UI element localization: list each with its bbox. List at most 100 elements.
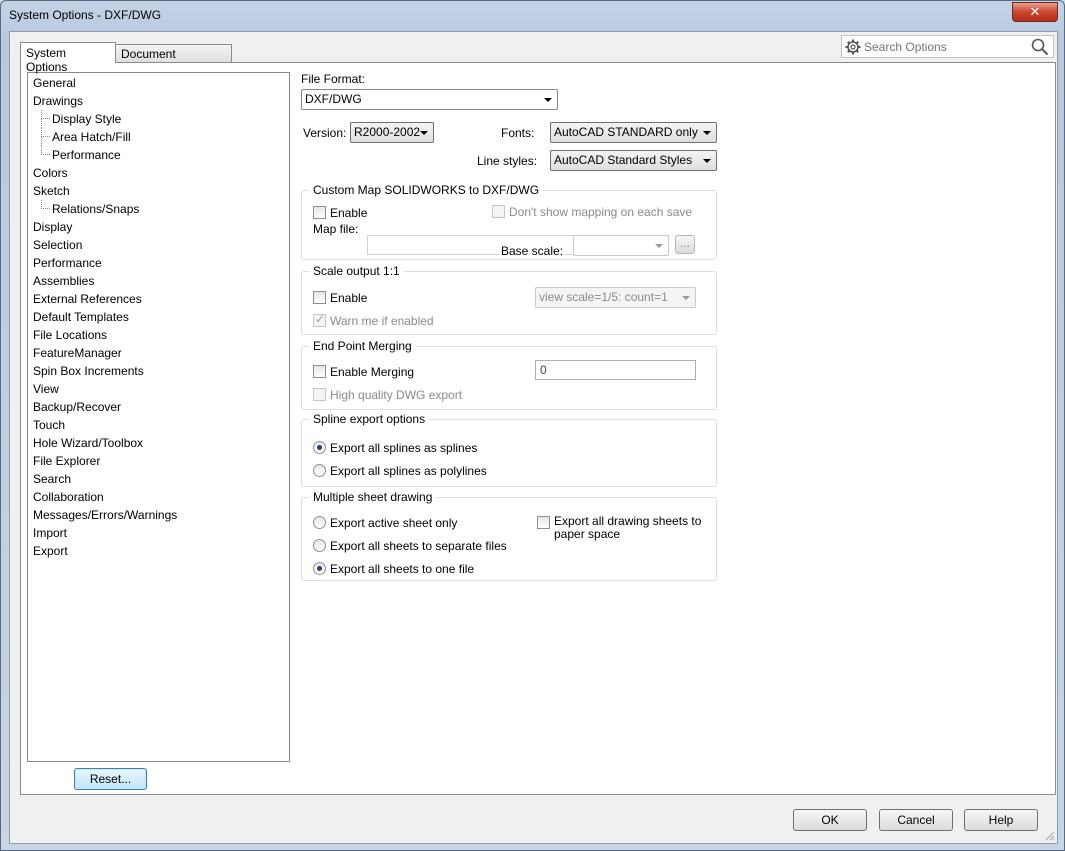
high-quality-dwg-label: High quality DWG export [330, 388, 463, 402]
splines-as-polylines-label: Export all splines as polylines [330, 464, 487, 478]
tree-item[interactable]: Area Hatch/Fill [28, 128, 289, 146]
chevron-down-icon [420, 131, 428, 135]
tree-item-label: Colors [33, 166, 68, 180]
file-format-label: File Format: [301, 72, 366, 86]
checkmark-icon: ✓ [315, 312, 326, 326]
spline-export-title: Spline export options [309, 412, 430, 426]
close-button[interactable]: ✕ [1012, 2, 1058, 22]
tree-item[interactable]: File Locations [28, 326, 289, 344]
tree-item[interactable]: Selection [28, 236, 289, 254]
tree-item[interactable]: Touch [28, 416, 289, 434]
resize-grip-icon[interactable] [1043, 829, 1055, 841]
merging-tolerance-value: 0 [540, 363, 547, 377]
tree-item[interactable]: Sketch [28, 182, 289, 200]
map-file-label: Map file: [313, 222, 359, 236]
tree-item-label: Hole Wizard/Toolbox [33, 436, 144, 450]
file-format-select[interactable]: DXF/DWG [301, 89, 558, 110]
tab-system-options-label: System Options [26, 46, 68, 74]
tree-item-label: Backup/Recover [33, 400, 122, 414]
tree-item-label: External References [33, 292, 142, 306]
tree-item[interactable]: Messages/Errors/Warnings [28, 506, 289, 524]
version-value: R2000-2002 [354, 125, 421, 139]
browse-map-file-button[interactable]: ... [675, 235, 695, 254]
tree-item[interactable]: Collaboration [28, 488, 289, 506]
tree-item-label: Search [33, 472, 72, 486]
view-scale-value: view scale=1/5: count=1 [539, 290, 668, 304]
tab-document-properties[interactable]: Document Properties [115, 44, 232, 75]
tree-item[interactable]: Backup/Recover [28, 398, 289, 416]
line-styles-label: Line styles: [477, 154, 538, 168]
gear-icon[interactable] [845, 39, 861, 55]
separate-files-radio[interactable] [313, 539, 326, 552]
high-quality-dwg-checkbox[interactable] [313, 388, 326, 401]
title-bar: System Options - DXF/DWG [1, 1, 1064, 31]
file-format-value: DXF/DWG [305, 92, 362, 106]
tree-item[interactable]: Assemblies [28, 272, 289, 290]
options-tree[interactable]: General Drawings Display Style Area Hatch/F… [27, 72, 290, 762]
tree-connector [41, 146, 50, 155]
custom-map-enable-checkbox[interactable] [313, 206, 326, 219]
splines-as-splines-radio[interactable] [313, 441, 326, 454]
enable-merging-label: Enable Merging [330, 365, 415, 379]
tree-item-label: Selection [33, 238, 83, 252]
tree-item[interactable]: View [28, 380, 289, 398]
base-scale-label: Base scale: [499, 244, 566, 258]
tree-item[interactable]: Colors [28, 164, 289, 182]
tree-item[interactable]: Export [28, 542, 289, 560]
help-button[interactable]: Help [964, 809, 1038, 831]
version-select[interactable]: R2000-2002 [350, 122, 434, 143]
system-options-dialog: System Options - DXF/DWG ✕ System Option… [0, 0, 1065, 851]
tab-system-options[interactable]: System Options [20, 42, 116, 74]
tree-item[interactable]: Performance [28, 254, 289, 272]
base-scale-select[interactable] [573, 235, 669, 256]
fonts-select[interactable]: AutoCAD STANDARD only [550, 122, 717, 143]
dont-show-mapping-checkbox[interactable] [492, 205, 505, 218]
splines-as-polylines-radio[interactable] [313, 464, 326, 477]
tree-item-label: Collaboration [33, 490, 104, 504]
reset-button[interactable]: Reset... [74, 768, 147, 790]
tree-connector [41, 137, 42, 146]
one-file-radio[interactable] [313, 562, 326, 575]
tree-item[interactable]: External References [28, 290, 289, 308]
paper-space-checkbox[interactable] [537, 516, 550, 529]
custom-map-enable-label: Enable [330, 206, 368, 220]
fonts-label: Fonts: [501, 126, 535, 140]
warn-if-enabled-label: Warn me if enabled [330, 314, 434, 328]
cancel-button[interactable]: Cancel [879, 809, 953, 831]
enable-merging-checkbox[interactable] [313, 365, 326, 378]
ok-button[interactable]: OK [793, 809, 867, 831]
tree-item-label: Touch [33, 418, 66, 432]
search-input[interactable] [862, 38, 1027, 55]
tree-item[interactable]: File Explorer [28, 452, 289, 470]
tree-item[interactable]: Display Style [28, 110, 289, 128]
search-options-box[interactable] [841, 35, 1054, 58]
chevron-down-icon [682, 296, 690, 300]
tree-item-label: Sketch [33, 184, 70, 198]
tree-item[interactable]: General [28, 74, 289, 92]
custom-map-title: Custom Map SOLIDWORKS to DXF/DWG [309, 183, 544, 197]
tree-item-label: Performance [33, 256, 102, 270]
dont-show-mapping-label: Don't show mapping on each save [509, 205, 693, 219]
tree-item[interactable]: Display [28, 218, 289, 236]
tree-item-label: Default Templates [33, 310, 129, 324]
chevron-down-icon [655, 244, 663, 248]
tree-item[interactable]: FeatureManager [28, 344, 289, 362]
tree-item[interactable]: Drawings [28, 92, 289, 110]
tree-item[interactable]: Spin Box Increments [28, 362, 289, 380]
line-styles-select[interactable]: AutoCAD Standard Styles [550, 150, 717, 171]
scale-output-enable-checkbox[interactable] [313, 291, 326, 304]
custom-map-group: Custom Map SOLIDWORKS to DXF/DWG Enable … [301, 183, 717, 260]
merging-tolerance-input[interactable]: 0 [535, 360, 696, 380]
tree-item-label: FeatureManager [33, 346, 122, 360]
tree-item[interactable]: Performance [28, 146, 289, 164]
view-scale-select[interactable]: view scale=1/5: count=1 [535, 287, 696, 308]
tree-item[interactable]: Import [28, 524, 289, 542]
tree-item[interactable]: Search [28, 470, 289, 488]
tree-item[interactable]: Default Templates [28, 308, 289, 326]
tree-item[interactable]: Relations/Snaps [28, 200, 289, 218]
tree-item-label: Messages/Errors/Warnings [33, 508, 178, 522]
active-sheet-only-radio[interactable] [313, 516, 326, 529]
warn-if-enabled-checkbox[interactable]: ✓ [313, 312, 326, 327]
search-icon[interactable] [1031, 38, 1049, 56]
tree-item[interactable]: Hole Wizard/Toolbox [28, 434, 289, 452]
